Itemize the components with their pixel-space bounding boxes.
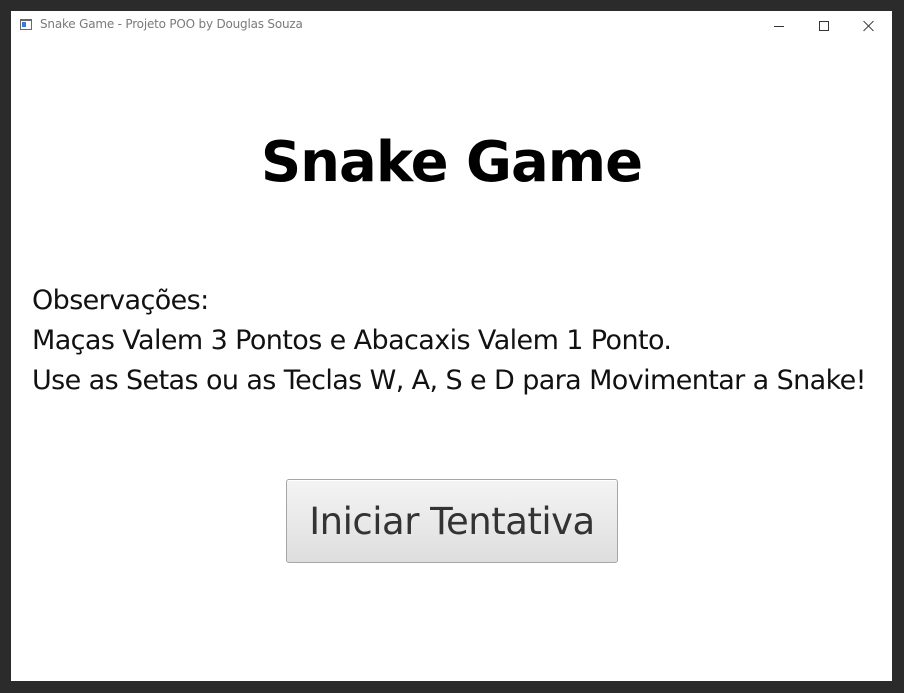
start-attempt-button[interactable]: Iniciar Tentativa: [286, 479, 618, 563]
notes-title: Observações:: [32, 285, 209, 316]
main-content: Snake Game Observações: Maças Valem 3 Po…: [11, 41, 892, 681]
window-title: Snake Game - Projeto POO by Douglas Souz…: [40, 17, 303, 31]
close-icon: [863, 20, 875, 32]
minimize-button[interactable]: [756, 11, 801, 41]
game-title: Snake Game: [260, 130, 643, 195]
close-button[interactable]: [846, 11, 891, 41]
maximize-icon: [818, 21, 829, 31]
app-window: Snake Game - Projeto POO by Douglas Souz…: [11, 11, 892, 681]
minimize-icon: [773, 25, 784, 27]
maximize-button[interactable]: [801, 11, 846, 41]
note-controls: Use as Setas ou as Teclas W, A, S e D pa…: [32, 365, 866, 396]
note-points: Maças Valem 3 Pontos e Abacaxis Valem 1 …: [32, 325, 672, 356]
instructions: Observações: Maças Valem 3 Pontos e Abac…: [32, 281, 866, 401]
title-bar[interactable]: Snake Game - Projeto POO by Douglas Souz…: [11, 11, 892, 41]
app-icon: [20, 19, 32, 30]
